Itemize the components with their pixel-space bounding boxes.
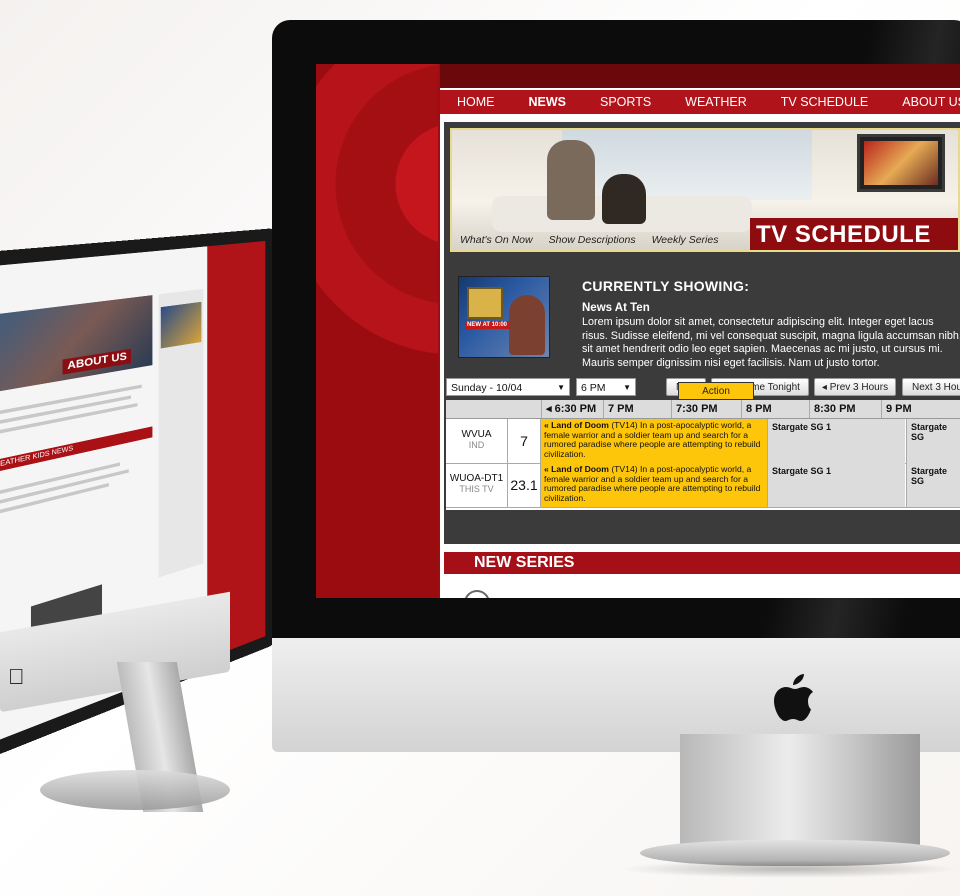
nav-about-us[interactable]: ABOUT US xyxy=(885,95,960,109)
day-select[interactable]: Sunday - 10/04 ▼ xyxy=(446,378,570,396)
nav-home[interactable]: HOME xyxy=(440,95,512,109)
news-anchor xyxy=(509,295,545,355)
time-header: 7 PM xyxy=(603,400,671,418)
hero-tv-image xyxy=(864,141,938,185)
main-screen: HOME NEWS SPORTS WEATHER TV SCHEDULE ABO… xyxy=(316,64,960,598)
nav-weather[interactable]: WEATHER xyxy=(668,95,764,109)
hero-tv xyxy=(857,134,945,192)
main-imac-stand xyxy=(680,734,920,854)
channel-affiliation: IND xyxy=(468,440,485,450)
prev-3-hours-button[interactable]: ◂ Prev 3 Hours xyxy=(814,378,896,396)
time-header: 8 PM xyxy=(741,400,809,418)
hero-banner: What's On Now Show Descriptions Weekly S… xyxy=(450,128,960,252)
nav-news[interactable]: NEWS xyxy=(512,95,584,109)
chevron-down-icon: ▼ xyxy=(623,383,631,392)
current-show-thumbnail: NEW AT 10:00 xyxy=(458,276,550,358)
tv-schedule-title: TV SCHEDULE xyxy=(750,218,958,250)
time-select[interactable]: 6 PM ▼ xyxy=(576,378,636,396)
program-cell[interactable]: Stargate SG 1 xyxy=(767,419,905,463)
apple-logo-icon xyxy=(774,674,813,721)
program-cell[interactable]: Stargate SG xyxy=(906,463,960,507)
channel-number: 7 xyxy=(508,419,541,463)
time-header: 9 PM xyxy=(881,400,960,418)
new-series-bar: NEW SERIES xyxy=(444,552,960,574)
program-title: « Land of Doom xyxy=(544,420,609,430)
channel-affiliation: THIS TV xyxy=(459,484,494,494)
next-3-hours-button[interactable]: Next 3 Hou xyxy=(902,378,960,396)
website: HOME NEWS SPORTS WEATHER TV SCHEDULE ABO… xyxy=(440,64,960,598)
channel-name: WVUA IND xyxy=(446,419,508,463)
secondary-imac-base xyxy=(40,770,230,810)
time-header: 7:30 PM xyxy=(671,400,741,418)
chevron-down-icon: ▼ xyxy=(557,383,565,392)
main-nav: HOME NEWS SPORTS WEATHER TV SCHEDULE ABO… xyxy=(440,90,960,114)
program-cell[interactable]: Stargate SG xyxy=(906,419,960,463)
currently-showing-heading: CURRENTLY SHOWING: xyxy=(582,278,750,294)
schedule-panel: NEW AT 10:00 CURRENTLY SHOWING: News At … xyxy=(444,260,960,544)
secondary-imac: ABOUT US WEATHER KIDS NEWS  xyxy=(0,0,300,896)
program-highlight[interactable]: « Land of Doom (TV14) In a post-apocalyp… xyxy=(541,419,767,463)
red-background xyxy=(316,64,438,598)
current-show-title: News At Ten xyxy=(582,302,650,314)
program-cell[interactable]: Stargate SG 1 xyxy=(767,463,905,507)
link-show-descriptions[interactable]: Show Descriptions xyxy=(549,234,636,246)
stand-shadow xyxy=(620,860,960,878)
channel-call-sign: WUOA-DT1 xyxy=(449,473,504,484)
header-band xyxy=(440,64,960,88)
hero-links: What's On Now Show Descriptions Weekly S… xyxy=(460,234,718,246)
apple-logo-icon:  xyxy=(8,664,25,690)
hero-woman xyxy=(602,174,646,224)
grid-header: ◂ 6:30 PM 7 PM 7:30 PM 8 PM 8:30 PM 9 PM xyxy=(446,400,960,419)
channel-name: WUOA-DT1 THIS TV xyxy=(446,463,508,507)
time-header: 8:30 PM xyxy=(809,400,881,418)
link-weekly-series[interactable]: Weekly Series xyxy=(652,234,719,246)
hero-man xyxy=(547,140,595,220)
clock-icon xyxy=(467,287,503,319)
series-icon xyxy=(464,590,490,598)
channel-number: 23.1 xyxy=(508,463,541,507)
new-series-heading: NEW SERIES xyxy=(474,554,575,571)
schedule-grid: ◂ 6:30 PM 7 PM 7:30 PM 8 PM 8:30 PM 9 PM… xyxy=(446,400,960,510)
table-row: WVUA IND 7 « Land of Doom (TV14) In a po… xyxy=(446,419,960,464)
link-whats-on-now[interactable]: What's On Now xyxy=(460,234,533,246)
nav-tv-schedule[interactable]: TV SCHEDULE xyxy=(764,95,886,109)
time-select-value: 6 PM xyxy=(581,382,606,394)
secondary-sidebar-photo xyxy=(160,301,202,349)
channel-call-sign: WVUA xyxy=(461,429,492,440)
day-select-value: Sunday - 10/04 xyxy=(451,382,523,394)
table-row: WUOA-DT1 THIS TV 23.1 « Land of Doom (TV… xyxy=(446,463,960,508)
nav-sports[interactable]: SPORTS xyxy=(583,95,668,109)
action-button[interactable]: Action xyxy=(678,382,754,400)
time-header[interactable]: ◂ 6:30 PM xyxy=(541,400,603,418)
hero-window xyxy=(562,130,812,200)
current-show-description: Lorem ipsum dolor sit amet, consectetur … xyxy=(582,316,960,369)
program-title: « Land of Doom xyxy=(544,464,609,474)
program-highlight[interactable]: « Land of Doom (TV14) In a post-apocalyp… xyxy=(541,463,767,507)
thumb-label: NEW AT 10:00 xyxy=(465,321,510,329)
